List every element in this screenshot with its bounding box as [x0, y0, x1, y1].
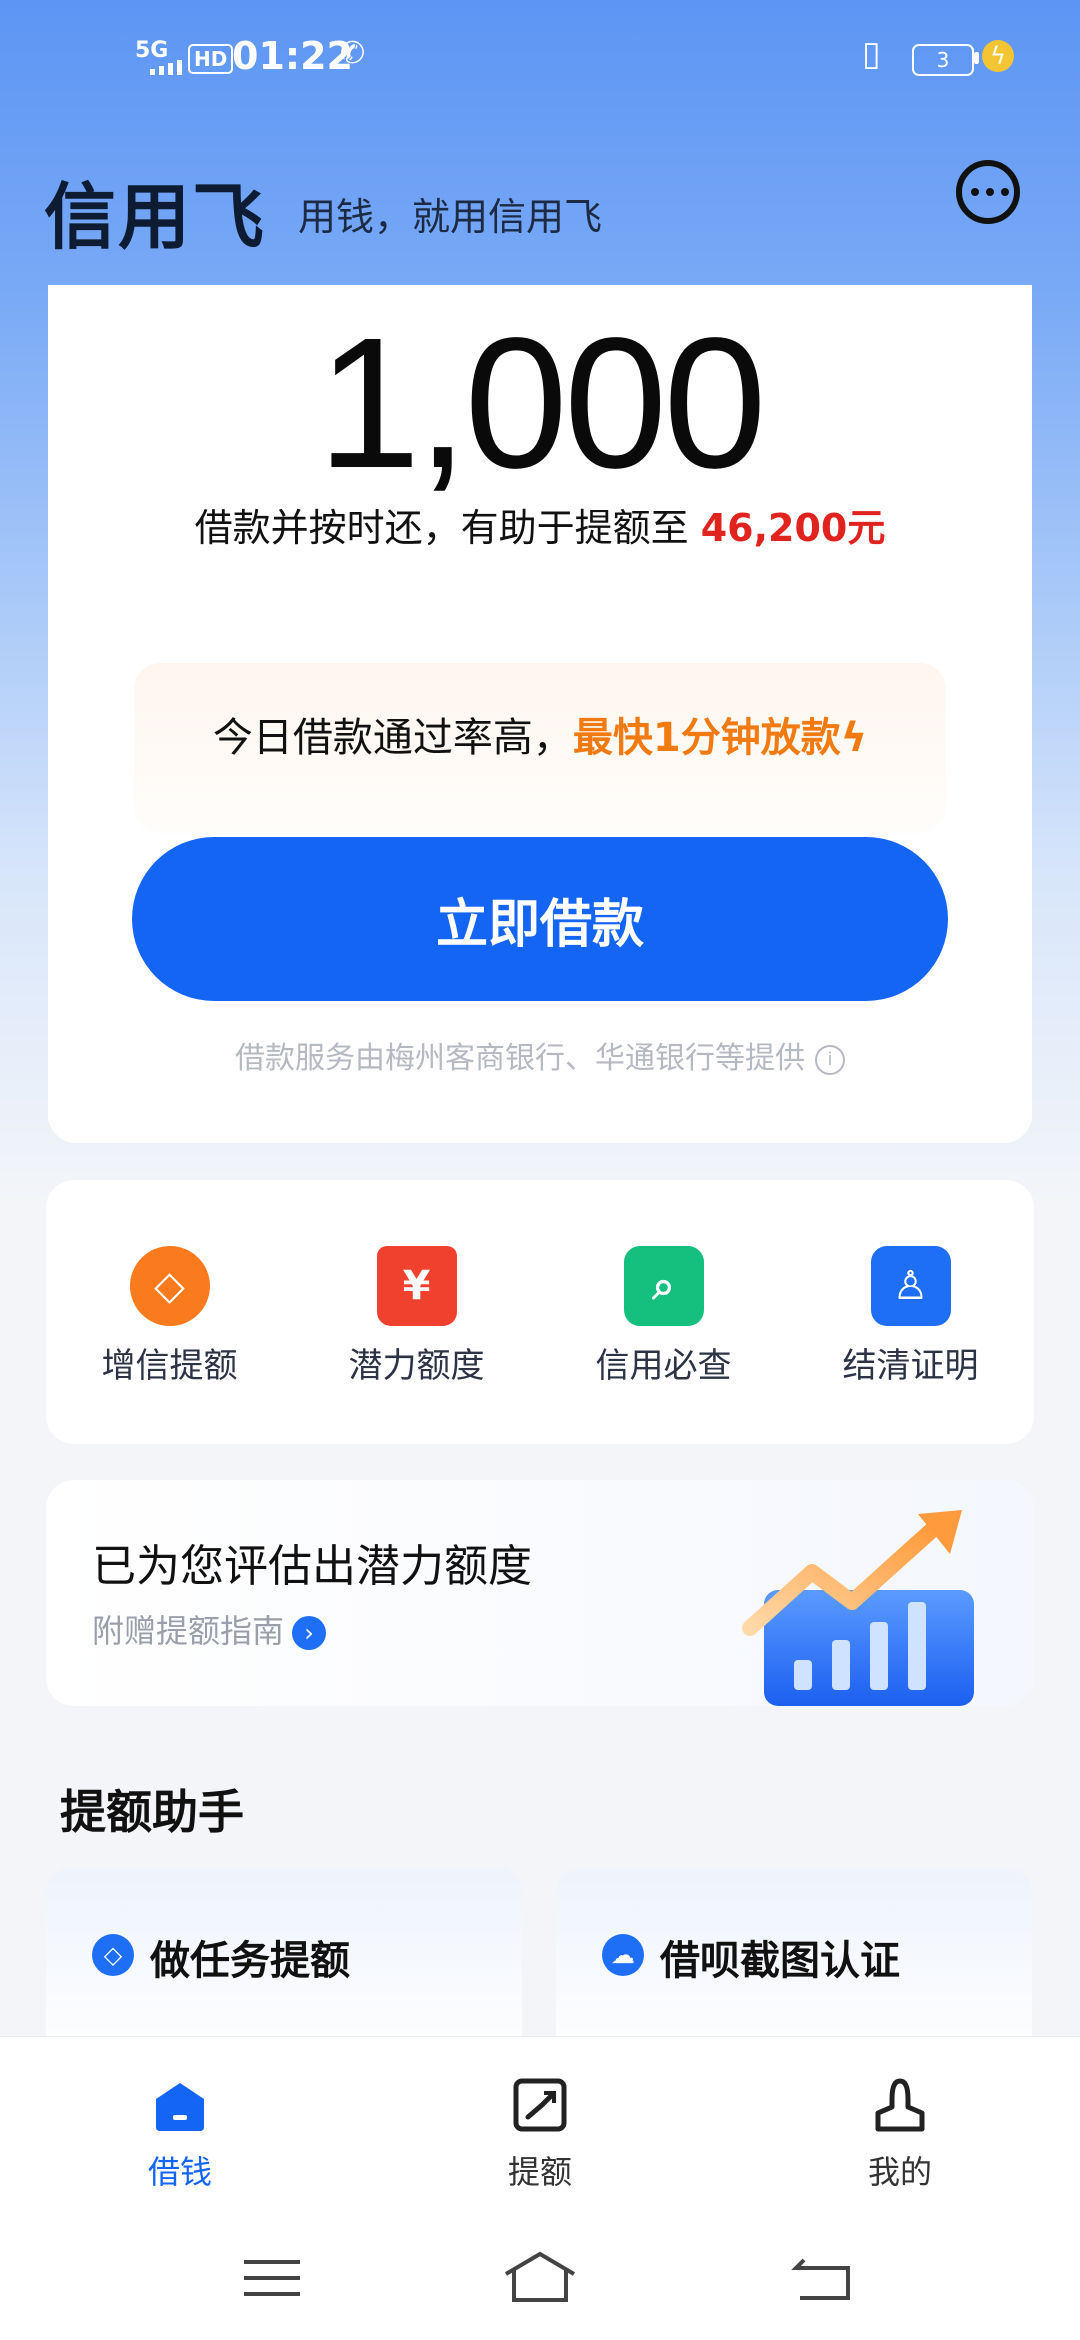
- menu-icon[interactable]: [222, 2248, 322, 2308]
- growth-chart-icon: [742, 1510, 974, 1706]
- battery-tip: [974, 52, 979, 64]
- info-icon[interactable]: i: [815, 1044, 845, 1075]
- task-label: 做任务提额: [150, 1938, 350, 1984]
- system-nav-bar: [0, 2218, 1080, 2340]
- assistant-section-title: 提额助手: [60, 1785, 244, 1839]
- lightning-icon: ϟ: [840, 715, 868, 761]
- back-icon[interactable]: [772, 2248, 872, 2308]
- signal-icon: [150, 60, 182, 75]
- quick-actions: ◇ 增信提额 ¥ 潜力额度 ⌕ 信用必查 ♙ 结清证明: [46, 1180, 1034, 1444]
- app-slogan: 用钱，就用信用飞: [298, 195, 603, 239]
- stamp-icon: ♙: [870, 1246, 951, 1326]
- home-icon: [156, 2083, 204, 2131]
- battery-icon: 3: [912, 44, 974, 76]
- task-label: 借呗截图认证: [660, 1938, 900, 1984]
- nav-label: 借钱: [147, 2153, 212, 2191]
- vibrate-icon: ▯: [862, 34, 881, 74]
- loan-card: 1,000 借款并按时还，有助于提额至 46,200元 今日借款通过率高，最快1…: [48, 285, 1032, 1143]
- limit-hint-text: 借款并按时还，有助于提额至: [194, 506, 689, 550]
- nav-label: 提额: [507, 2153, 572, 2191]
- quick-action-credit-boost[interactable]: ◇ 增信提额: [46, 1180, 293, 1444]
- yen-house-icon: ¥: [376, 1246, 457, 1326]
- nav-item-mine[interactable]: 我的: [720, 2037, 1080, 2219]
- app-logo: 信用飞: [44, 175, 267, 259]
- limit-hint-amount: 46,200元: [700, 506, 886, 550]
- diamond-icon: ◇: [129, 1246, 210, 1326]
- home-button-icon[interactable]: [490, 2248, 590, 2308]
- assessment-title: 已为您评估出潜力额度: [92, 1541, 532, 1592]
- assessment-subtitle[interactable]: 附赠提额指南 ›: [92, 1606, 327, 1652]
- promo-banner: 今日借款通过率高，最快1分钟放款ϟ: [134, 663, 946, 833]
- trend-box-icon: [513, 2078, 567, 2132]
- quick-action-credit-check[interactable]: ⌕ 信用必查: [540, 1180, 787, 1444]
- quick-action-label: 潜力额度: [348, 1346, 485, 1386]
- charging-icon: ϟ: [982, 40, 1014, 72]
- call-icon: ✆: [340, 36, 366, 71]
- nav-label: 我的: [867, 2153, 932, 2191]
- borrow-now-button[interactable]: 立即借款: [132, 837, 948, 1001]
- person-icon: [875, 2078, 925, 2132]
- clock: 01:22: [232, 34, 353, 78]
- chat-icon[interactable]: [956, 160, 1020, 224]
- app-header: 信用飞 用钱，就用信用飞: [0, 120, 1080, 285]
- quick-action-potential-limit[interactable]: ¥ 潜力额度: [293, 1180, 540, 1444]
- quick-action-label: 信用必查: [595, 1346, 732, 1386]
- loan-amount: 1,000: [317, 300, 766, 507]
- diamond-icon: ◇: [92, 1934, 134, 1976]
- quick-action-label: 增信提额: [101, 1346, 238, 1386]
- promo-text: 今日借款通过率高，: [212, 715, 573, 761]
- status-bar: 5G HD 01:22 ✆ ▯ 3 ϟ: [0, 0, 1080, 120]
- search-icon: ⌕: [623, 1246, 704, 1326]
- chevron-right-icon: ›: [292, 1616, 327, 1650]
- bottom-nav: 借钱 提额 我的: [0, 2036, 1080, 2219]
- limit-hint: 借款并按时还，有助于提额至 46,200元: [48, 497, 1032, 552]
- nav-item-borrow[interactable]: 借钱: [0, 2037, 360, 2219]
- nav-item-limit[interactable]: 提额: [360, 2037, 720, 2219]
- hd-badge: HD: [188, 44, 234, 74]
- promo-highlight: 最快1分钟放款: [572, 715, 841, 761]
- quick-action-settlement-proof[interactable]: ♙ 结清证明: [787, 1180, 1034, 1444]
- cloud-icon: ☁: [602, 1934, 644, 1976]
- assessment-banner[interactable]: 已为您评估出潜力额度 附赠提额指南 ›: [46, 1480, 1034, 1706]
- quick-action-label: 结清证明: [842, 1346, 979, 1386]
- provider-note: 借款服务由梅州客商银行、华通银行等提供 i: [48, 1033, 1032, 1077]
